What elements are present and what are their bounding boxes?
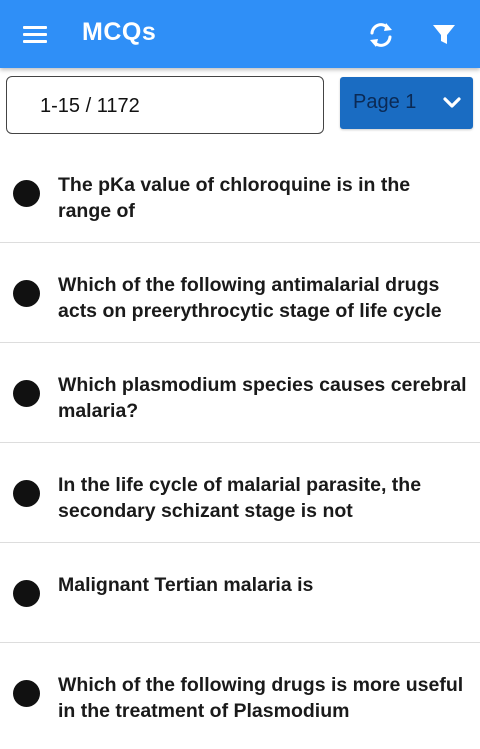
bullet-icon — [13, 480, 40, 507]
question-text: Which of the following drugs is more use… — [58, 674, 464, 722]
bullet-icon — [13, 380, 40, 407]
chevron-down-icon — [443, 97, 461, 108]
hamburger-menu-icon-line — [23, 40, 47, 43]
list-item[interactable]: Malignant Tertian malaria is — [0, 543, 480, 643]
bullet-icon — [13, 680, 40, 707]
bullet-icon — [13, 180, 40, 207]
question-text: In the life cycle of malarial parasite, … — [58, 474, 422, 522]
question-text: Which plasmodium species causes cerebral… — [58, 374, 467, 422]
list-item[interactable]: In the life cycle of malarial parasite, … — [0, 443, 480, 543]
page-selector[interactable]: Page 1 — [340, 77, 473, 129]
range-display: 1-15 / 1172 — [6, 76, 324, 134]
page-label: Page 1 — [353, 91, 417, 113]
hamburger-menu-icon-line — [23, 33, 47, 36]
question-list: The pKa value of chloroquine is in the r… — [0, 143, 480, 742]
bullet-icon — [13, 580, 40, 607]
range-text: 1-15 / 1172 — [40, 95, 140, 117]
bullet-icon — [13, 280, 40, 307]
app-bar: MCQs — [0, 0, 480, 68]
filter-icon — [433, 25, 455, 44]
filter-button[interactable] — [431, 22, 457, 48]
question-text: The pKa value of chloroquine is in the r… — [58, 174, 411, 222]
list-item[interactable]: Which of the following drugs is more use… — [0, 643, 480, 742]
question-text: Malignant Tertian malaria is — [58, 574, 314, 596]
refresh-icon — [370, 23, 392, 47]
list-item[interactable]: The pKa value of chloroquine is in the r… — [0, 143, 480, 243]
list-item[interactable]: Which of the following antimalarial drug… — [0, 243, 480, 343]
menu-button[interactable] — [20, 22, 50, 46]
refresh-button[interactable] — [366, 20, 396, 50]
app-title: MCQs — [82, 18, 157, 46]
list-item[interactable]: Which plasmodium species causes cerebral… — [0, 343, 480, 443]
question-text: Which of the following antimalarial drug… — [58, 274, 442, 322]
hamburger-menu-icon — [23, 26, 47, 29]
